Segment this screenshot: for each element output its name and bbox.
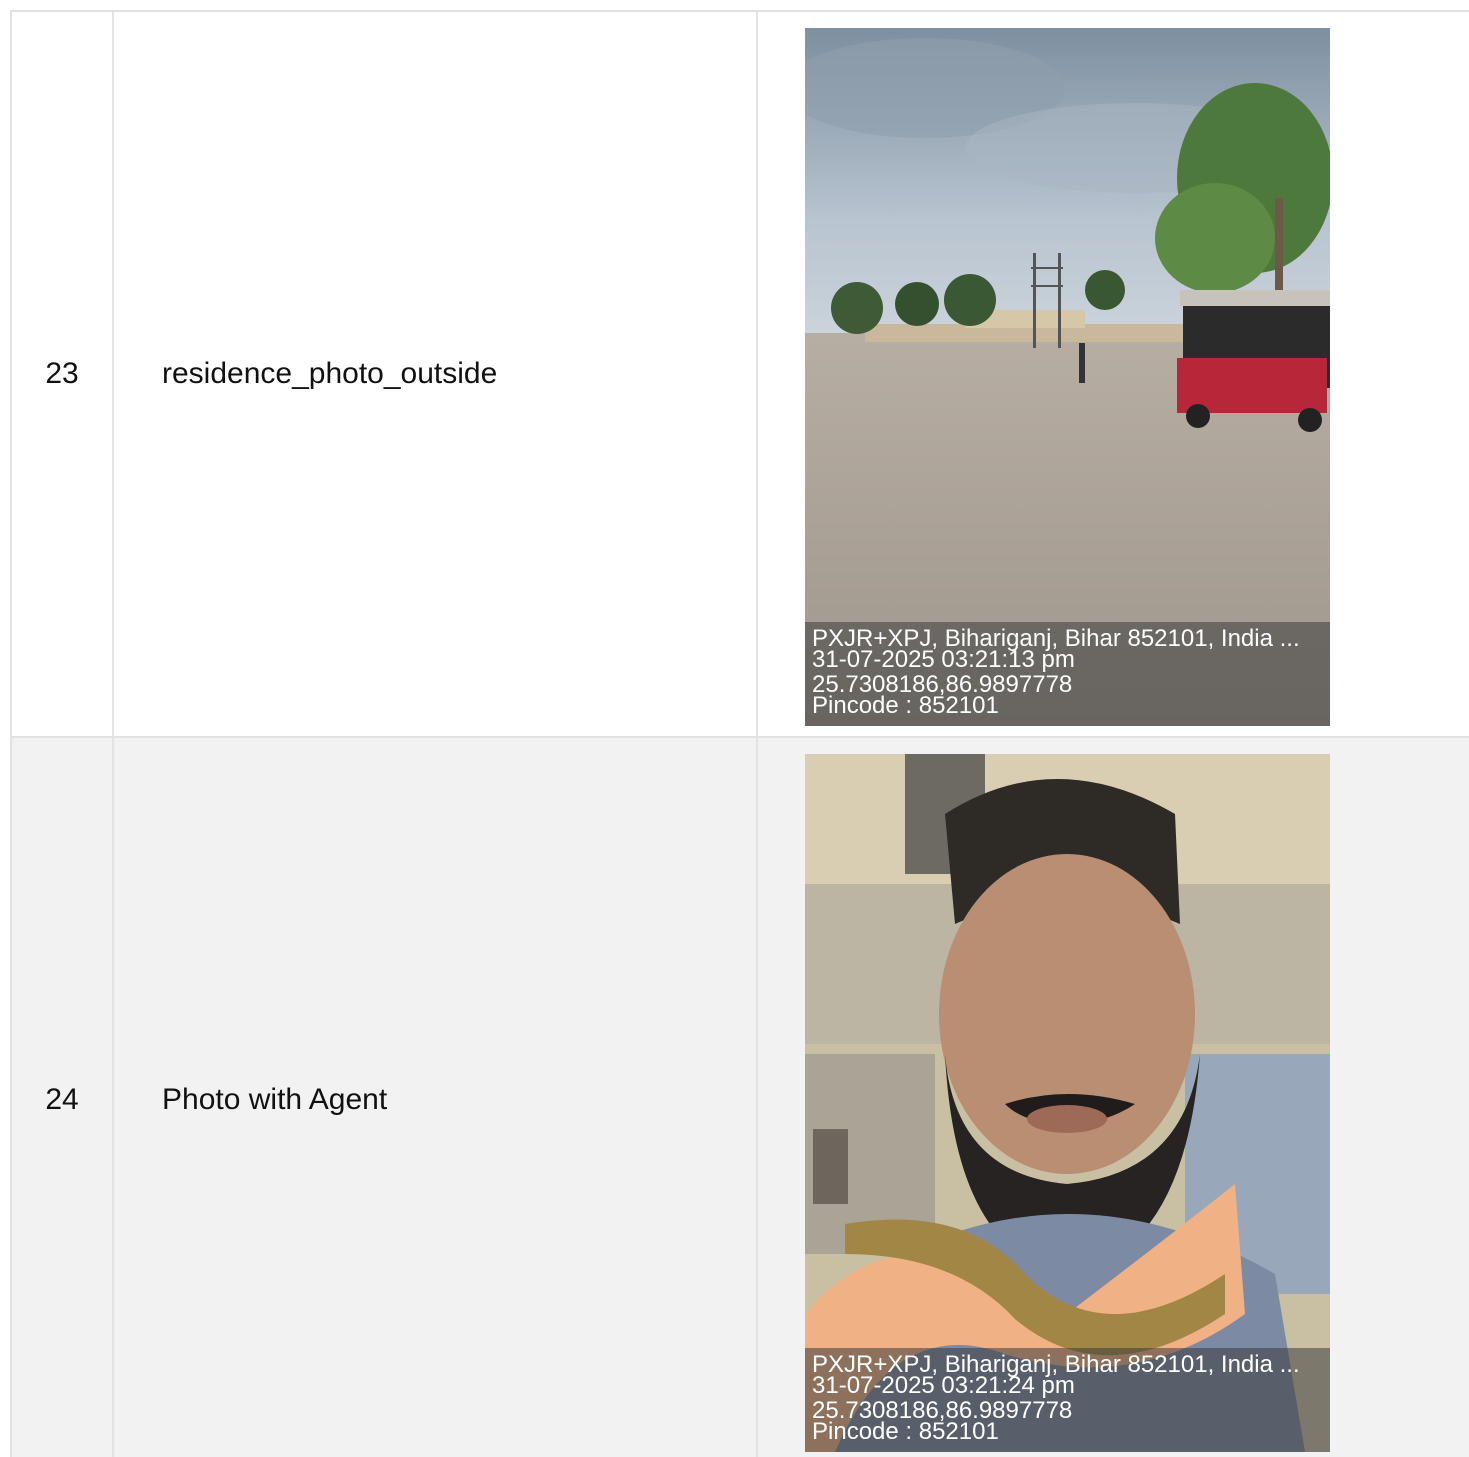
row-number: 24	[10, 736, 114, 1457]
agent-photo[interactable]: PXJR+XPJ, Bihariganj, Bihar 852101, Indi…	[805, 754, 1330, 1452]
stamp-datetime: 31-07-2025 03:21:13 pm	[812, 646, 1075, 673]
geo-stamp: PXJR+XPJ, Bihariganj, Bihar 852101, Indi…	[805, 1348, 1330, 1452]
row-label: Photo with Agent	[112, 736, 758, 1457]
table-row: 23 residence_photo_outside PXJR+XPJ, Bih…	[10, 10, 1469, 738]
records-table: 23 residence_photo_outside PXJR+XPJ, Bih…	[10, 10, 1469, 1457]
table-row: 24 Photo with Agent PXJR+XPJ, Bihariganj…	[10, 736, 1469, 1457]
photo-cell: PXJR+XPJ, Bihariganj, Bihar 852101, Indi…	[756, 736, 1469, 1457]
stamp-pincode: Pincode : 852101	[812, 1418, 999, 1445]
row-label: residence_photo_outside	[112, 10, 758, 738]
stamp-pincode: Pincode : 852101	[812, 692, 999, 719]
residence-photo[interactable]: PXJR+XPJ, Bihariganj, Bihar 852101, Indi…	[805, 28, 1330, 726]
geo-stamp: PXJR+XPJ, Bihariganj, Bihar 852101, Indi…	[805, 622, 1330, 726]
photo-cell: PXJR+XPJ, Bihariganj, Bihar 852101, Indi…	[756, 10, 1469, 738]
row-number: 23	[10, 10, 114, 738]
stamp-datetime: 31-07-2025 03:21:24 pm	[812, 1372, 1075, 1399]
records-table-wrapper: 23 residence_photo_outside PXJR+XPJ, Bih…	[10, 10, 1469, 1457]
